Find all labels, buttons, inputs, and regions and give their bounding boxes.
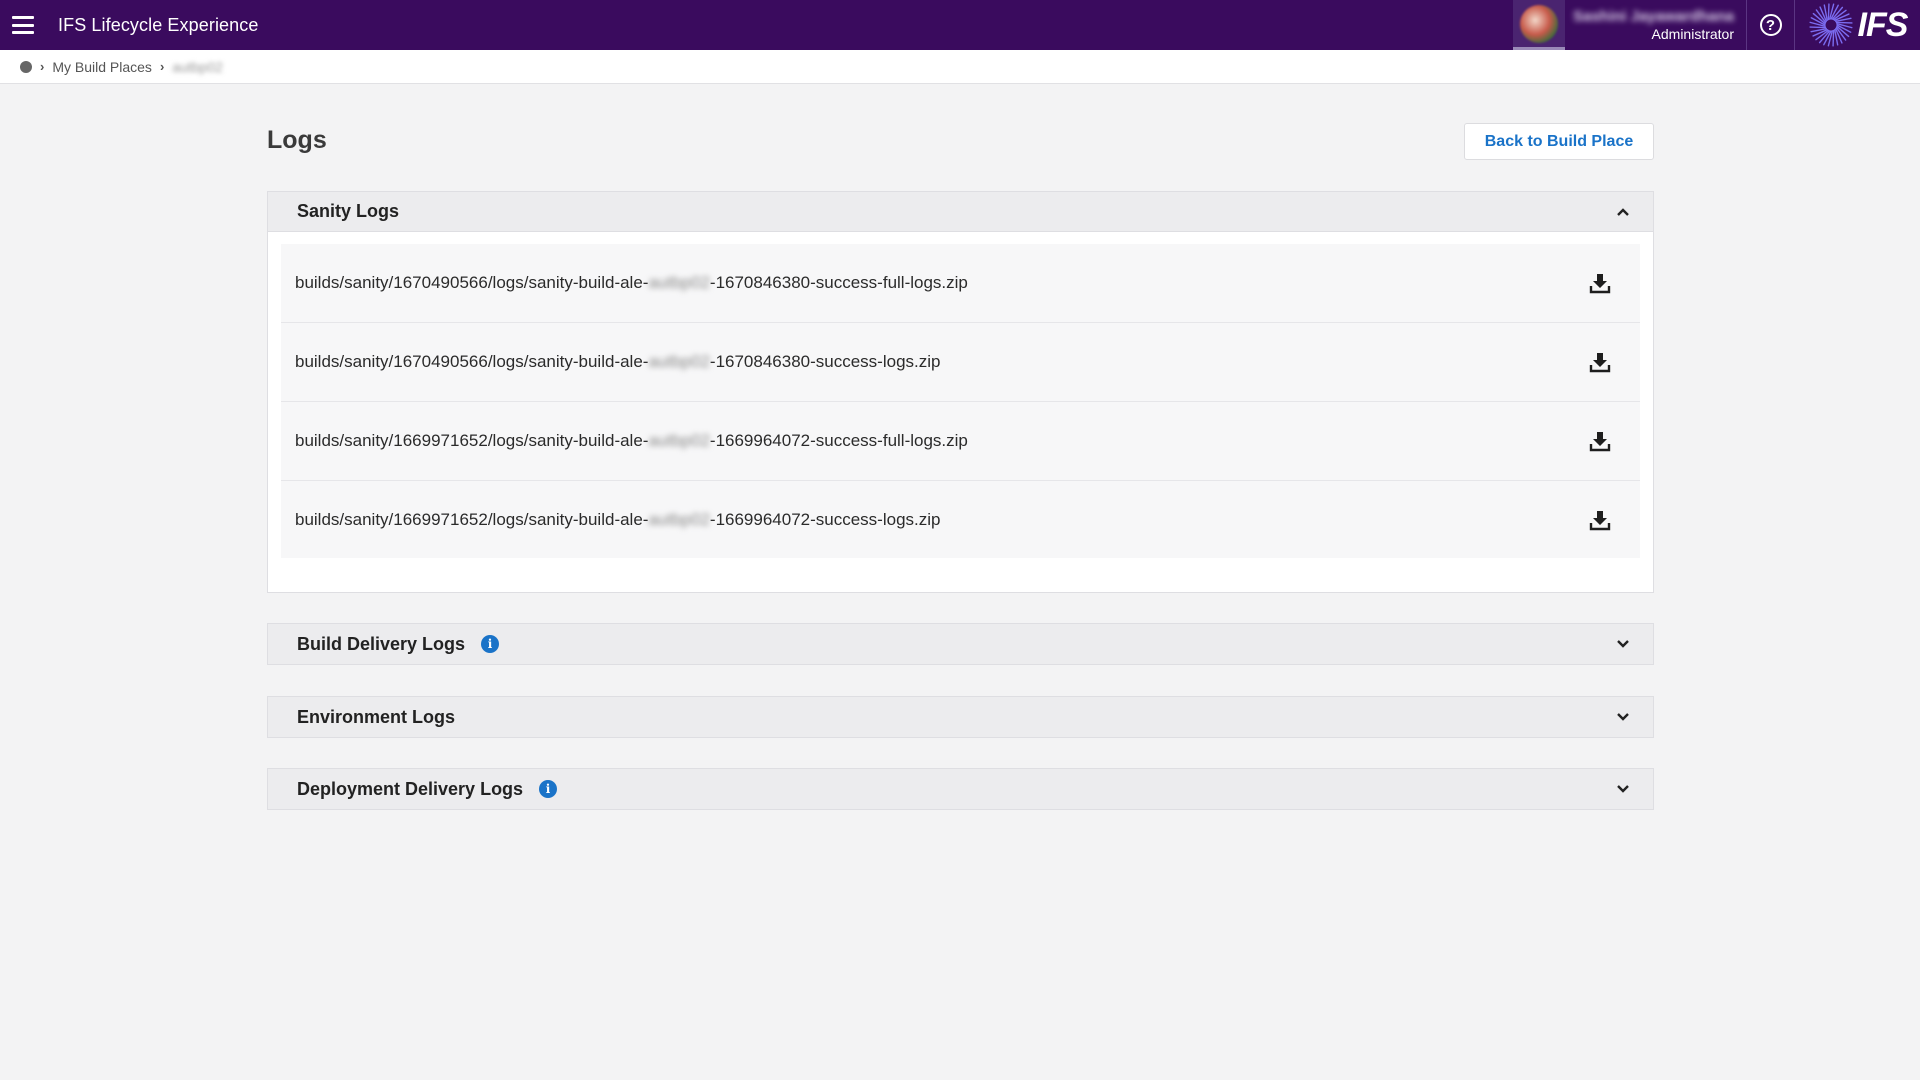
log-file-path[interactable]: builds/sanity/1670490566/logs/sanity-bui… [295, 352, 941, 372]
panel-title: Deployment Delivery Logs [297, 778, 524, 799]
ifs-logo-burst-icon [1808, 3, 1853, 47]
info-icon[interactable]: i [481, 635, 500, 653]
top-bar: IFS Lifecycle Experience Sashini Jayawar… [0, 0, 1920, 50]
chevron-up-icon[interactable] [1615, 204, 1631, 220]
panel-title: Environment Logs [297, 706, 456, 727]
log-file-path[interactable]: builds/sanity/1669971652/logs/sanity-bui… [295, 431, 968, 451]
chevron-right-icon: › [159, 59, 165, 74]
ifs-logo[interactable]: IFS [1795, 0, 1920, 50]
user-info[interactable]: Sashini Jayawardhana Administrator [1565, 0, 1747, 50]
panel-title: Sanity Logs [297, 201, 400, 221]
home-icon[interactable] [20, 60, 32, 73]
log-row: builds/sanity/1670490566/logs/sanity-bui… [281, 323, 1640, 402]
environment-logs-header[interactable]: Environment Logs [268, 697, 1653, 737]
chevron-down-icon[interactable] [1615, 709, 1631, 725]
avatar [1520, 4, 1559, 43]
download-icon[interactable] [1588, 271, 1612, 295]
deployment-delivery-logs-header[interactable]: Deployment Delivery Logs i [268, 769, 1653, 809]
download-icon[interactable] [1588, 350, 1612, 374]
help-icon: ? [1759, 14, 1782, 36]
build-delivery-logs-header[interactable]: Build Delivery Logs i [268, 624, 1653, 664]
top-bar-right: Sashini Jayawardhana Administrator ? IFS [1513, 0, 1920, 50]
sanity-logs-header[interactable]: Sanity Logs [268, 192, 1653, 232]
log-row: builds/sanity/1670490566/logs/sanity-bui… [281, 244, 1640, 323]
breadcrumb-my-build-places[interactable]: My Build Places [52, 59, 152, 75]
ifs-logo-text: IFS [1857, 5, 1909, 44]
hamburger-icon[interactable] [12, 16, 34, 34]
breadcrumb: › My Build Places › autbp02 [0, 50, 1920, 84]
app-title[interactable]: IFS Lifecycle Experience [58, 15, 259, 36]
deployment-delivery-logs-panel: Deployment Delivery Logs i [267, 768, 1654, 810]
chevron-right-icon: › [40, 59, 45, 74]
info-icon[interactable]: i [539, 780, 558, 798]
page-title: Logs [267, 126, 327, 154]
chevron-down-icon[interactable] [1615, 636, 1631, 652]
breadcrumb-build-place[interactable]: autbp02 [172, 59, 223, 75]
download-icon[interactable] [1588, 429, 1612, 453]
log-file-path[interactable]: builds/sanity/1670490566/logs/sanity-bui… [295, 273, 968, 293]
log-row: builds/sanity/1669971652/logs/sanity-bui… [281, 402, 1640, 481]
avatar-button[interactable] [1513, 0, 1566, 50]
help-button[interactable]: ? [1747, 0, 1795, 50]
download-icon[interactable] [1588, 508, 1612, 532]
build-delivery-logs-panel: Build Delivery Logs i [267, 623, 1654, 665]
chevron-down-icon[interactable] [1615, 781, 1631, 797]
user-name: Sashini Jayawardhana [1573, 8, 1734, 25]
log-file-path[interactable]: builds/sanity/1669971652/logs/sanity-bui… [295, 510, 941, 530]
back-to-build-place-button[interactable]: Back to Build Place [1464, 123, 1654, 160]
log-row: builds/sanity/1669971652/logs/sanity-bui… [281, 481, 1640, 558]
panel-title: Build Delivery Logs [297, 633, 466, 654]
sanity-log-list: builds/sanity/1670490566/logs/sanity-bui… [268, 232, 1653, 592]
sanity-logs-panel: Sanity Logs builds/sanity/1670490566/log… [267, 191, 1654, 593]
user-role: Administrator [1651, 26, 1734, 42]
environment-logs-panel: Environment Logs [267, 696, 1654, 738]
